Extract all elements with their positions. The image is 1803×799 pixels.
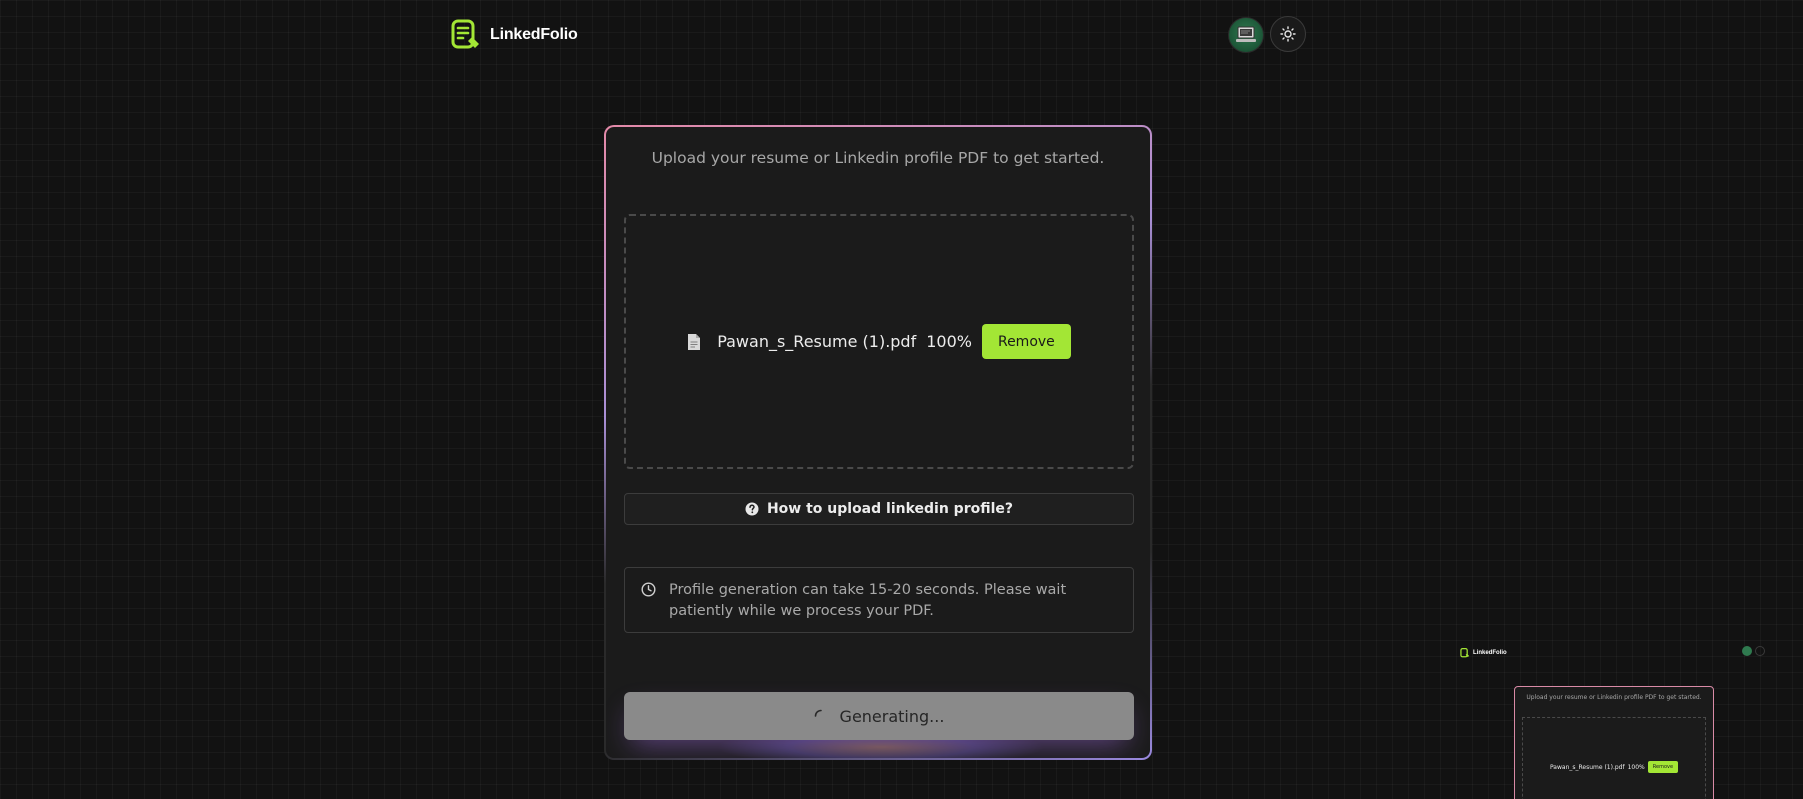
document-edit-icon	[451, 19, 479, 49]
theme-toggle-button[interactable]	[1270, 16, 1306, 52]
preview-avatar	[1742, 646, 1752, 656]
info-notice: Profile generation can take 15-20 second…	[624, 567, 1134, 633]
uploaded-file: Pawan_s_Resume (1).pdf 100% Remove	[687, 324, 1071, 359]
preview-logo: LinkedFolio	[1460, 648, 1507, 658]
preview-document-edit-icon	[1460, 648, 1470, 658]
card-title: Upload your resume or Linkedin profile P…	[651, 149, 1105, 167]
clock-icon	[641, 582, 656, 597]
spinner-icon	[814, 709, 822, 717]
question-circle-icon	[745, 502, 759, 516]
preview-remove-button: Remove	[1647, 761, 1679, 773]
upload-card: Upload your resume or Linkedin profile P…	[604, 125, 1152, 760]
page-preview-thumbnail: LinkedFolio Upload your resume or Linked…	[1442, 640, 1792, 799]
sun-icon	[1280, 26, 1296, 42]
preview-upload-card: Upload your resume or Linkedin profile P…	[1514, 686, 1714, 799]
remove-file-button[interactable]: Remove	[981, 324, 1071, 359]
upload-progress: 100%	[926, 332, 972, 351]
avatar[interactable]	[1228, 17, 1264, 53]
generate-label: Generating...	[839, 706, 945, 726]
preview-progress: 100%	[1627, 763, 1645, 771]
preview-theme-toggle	[1755, 646, 1765, 656]
preview-file-name: Pawan_s_Resume (1).pdf	[1549, 763, 1625, 771]
how-to-upload-label: How to upload linkedin profile?	[766, 501, 1014, 517]
info-text: Profile generation can take 15-20 second…	[669, 582, 1067, 619]
file-name: Pawan_s_Resume (1).pdf	[717, 332, 917, 351]
preview-dropzone: Pawan_s_Resume (1).pdf 100% Remove	[1522, 717, 1706, 799]
laptop-avatar-icon	[1236, 26, 1256, 42]
preview-card-title: Upload your resume or Linkedin profile P…	[1526, 694, 1702, 701]
logo[interactable]: LinkedFolio	[450, 19, 578, 51]
file-icon	[688, 333, 701, 350]
header: LinkedFolio	[450, 16, 1306, 53]
preview-app-name: LinkedFolio	[1473, 650, 1507, 656]
app-name: LinkedFolio	[490, 26, 578, 43]
upload-card-body: Upload your resume or Linkedin profile P…	[606, 127, 1150, 758]
generate-button[interactable]: Generating...	[624, 692, 1134, 740]
how-to-upload-button[interactable]: How to upload linkedin profile?	[624, 493, 1134, 525]
file-dropzone[interactable]: Pawan_s_Resume (1).pdf 100% Remove	[624, 214, 1134, 469]
